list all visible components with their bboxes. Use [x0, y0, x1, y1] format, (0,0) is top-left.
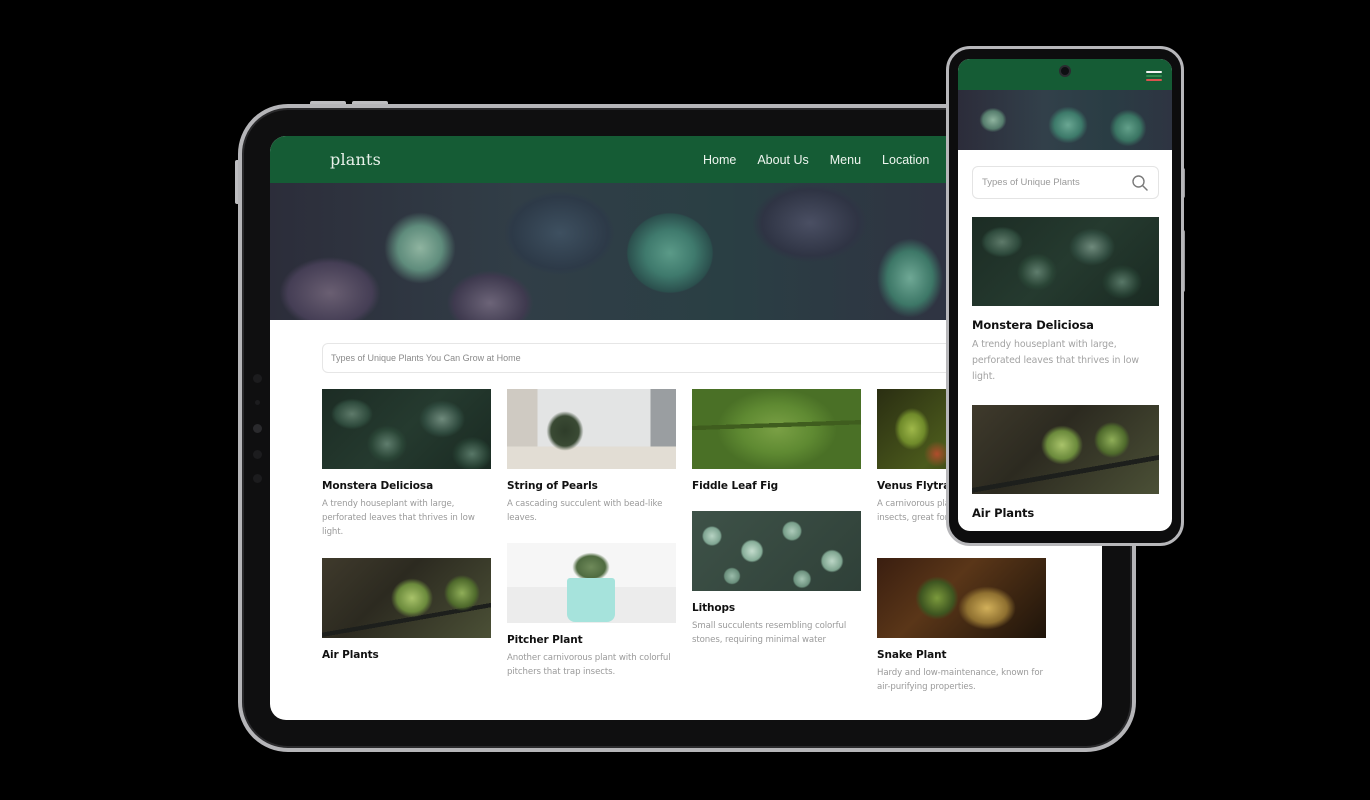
phone-screen: Types of Unique Plants Monstera Delicios… [958, 59, 1172, 531]
site-logo[interactable]: plants [330, 150, 381, 169]
nav-home[interactable]: Home [703, 153, 736, 167]
air-plants-image [972, 405, 1159, 494]
plant-card-fiddle-leaf-fig[interactable]: Fiddle Leaf Fig [692, 389, 861, 492]
plant-card-lithops[interactable]: Lithops Small succulents resembling colo… [692, 511, 861, 647]
card-title: Monstera Deliciosa [972, 318, 1094, 332]
card-description: A trendy houseplant with large, perforat… [322, 499, 475, 537]
lithops-image [692, 511, 861, 591]
card-description: A trendy houseplant with large, perforat… [972, 339, 1139, 382]
nav-location[interactable]: Location [882, 153, 929, 167]
search-icon[interactable] [1131, 174, 1149, 192]
card-title: Fiddle Leaf Fig [692, 480, 779, 492]
card-title: Air Plants [322, 649, 379, 661]
card-description: Small succulents resembling colorful sto… [692, 621, 847, 645]
plant-card-monstera[interactable]: Monstera Deliciosa A trendy houseplant w… [322, 389, 491, 539]
tablet-sensors [252, 372, 264, 490]
hamburger-menu-icon[interactable] [1146, 71, 1162, 81]
pitcher-plant-image [507, 543, 676, 623]
monstera-image [322, 389, 491, 469]
phone-search-input[interactable]: Types of Unique Plants [972, 166, 1159, 199]
plant-card-snake-plant[interactable]: Snake Plant Hardy and low-maintenance, k… [877, 558, 1046, 694]
card-title: Lithops [692, 602, 736, 614]
card-title: Monstera Deliciosa [322, 480, 434, 492]
card-title: Snake Plant [877, 649, 947, 661]
air-plants-image [322, 558, 491, 638]
phone-navbar [958, 59, 1172, 90]
nav-about-us[interactable]: About Us [757, 153, 808, 167]
card-description: Another carnivorous plant with colorful … [507, 653, 671, 677]
string-of-pearls-image [507, 389, 676, 469]
card-title: Pitcher Plant [507, 634, 583, 646]
search-input[interactable]: Types of Unique Plants You Can Grow at H… [322, 343, 962, 373]
snake-plant-image [877, 558, 1046, 638]
phone-plant-card-monstera[interactable]: Monstera Deliciosa A trendy houseplant w… [972, 217, 1159, 385]
search-placeholder: Types of Unique Plants You Can Grow at H… [331, 353, 521, 363]
fiddle-leaf-fig-image [692, 389, 861, 469]
phone-hero-banner [958, 90, 1172, 150]
card-description: A cascading succulent with bead-like lea… [507, 499, 663, 523]
plant-card-pitcher-plant[interactable]: Pitcher Plant Another carnivorous plant … [507, 543, 676, 679]
card-title: String of Pearls [507, 480, 598, 492]
plant-card-string-of-pearls[interactable]: String of Pearls A cascading succulent w… [507, 389, 676, 525]
phone-search-placeholder: Types of Unique Plants [982, 177, 1080, 188]
monstera-image [972, 217, 1159, 306]
card-description: Hardy and low-maintenance, known for air… [877, 668, 1043, 692]
nav-links: Home About Us Menu Location [703, 136, 929, 183]
front-camera [1059, 65, 1071, 77]
plant-card-air-plants[interactable]: Air Plants [322, 558, 491, 661]
card-title: Air Plants [972, 506, 1035, 520]
phone-plant-card-air-plants[interactable]: Air Plants [972, 405, 1159, 520]
nav-menu[interactable]: Menu [830, 153, 861, 167]
